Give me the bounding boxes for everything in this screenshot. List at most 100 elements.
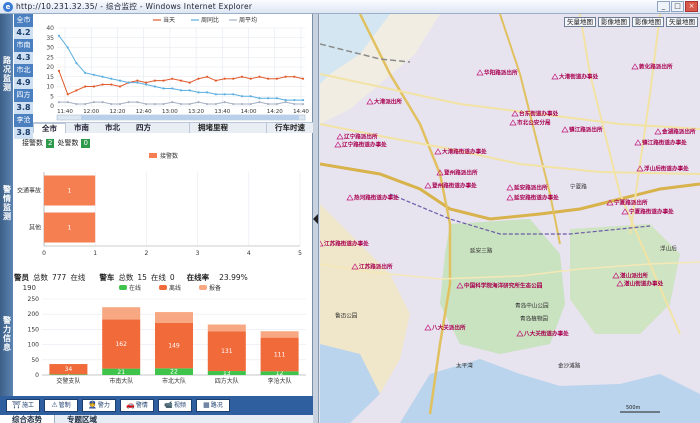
minimize-button[interactable]: _ (657, 1, 670, 12)
map-place[interactable]: 辽宁路街道办事处 (334, 141, 387, 149)
map-place[interactable]: 大港街道办事处 (551, 73, 599, 81)
map-label: 大港路街道办事处 (442, 148, 487, 156)
tool-button-4[interactable]: 📹 视频 (158, 399, 192, 412)
map-label: 青岛植物园 (520, 315, 548, 323)
map-place[interactable]: 中国科学院海洋研究所生态公园 (456, 282, 543, 290)
bar-segment (102, 307, 141, 320)
tab-district-0[interactable]: 全市 (33, 123, 66, 133)
tab-overview[interactable]: 综合态势 (0, 415, 55, 423)
map-place[interactable]: 金沙滩路 (558, 362, 581, 370)
maximize-button[interactable]: □ (671, 1, 684, 12)
map-place[interactable]: 太平湾 (456, 362, 473, 370)
district-tabs: 全市 市南 市北 四方 拥堵里程 行车时速 (33, 122, 313, 133)
map-place[interactable]: 台东街道办事处 (511, 110, 559, 118)
map-place[interactable]: 八大关派出所 (424, 324, 466, 332)
district-label[interactable]: 四方 (14, 89, 33, 102)
close-button[interactable]: × (685, 1, 698, 12)
map-place[interactable]: 浮山后 (660, 245, 677, 253)
map-place[interactable]: 宁夏路 (570, 183, 587, 191)
series-point (101, 101, 104, 104)
map-place[interactable]: 宁夏路街道办事处 (621, 208, 674, 216)
map-place[interactable]: 敦化路派出所 (631, 63, 673, 71)
map-place[interactable]: 热河路街道办事处 (346, 194, 399, 202)
window-title: http://10.231.32.35/ - 综合监控 - Windows In… (16, 2, 253, 11)
map-btn-image[interactable]: 影像地图 (598, 17, 630, 27)
tool-button-5[interactable]: ▦ 路况 (196, 399, 230, 412)
series-point (258, 97, 261, 100)
series-point (84, 102, 87, 106)
series-point (188, 102, 191, 106)
tool-button-0[interactable]: ⛩ 施工 (6, 399, 40, 412)
series-point (240, 102, 244, 106)
map-place[interactable]: 青岛中山公园 (515, 302, 549, 310)
map-place[interactable]: 湛山街道办事处 (616, 280, 664, 288)
police-stats: 警员 总数 777 在线 警车 总数 15 在线 0 在线率 23.99% (14, 271, 312, 283)
x-tick-label: 13:20 (188, 109, 204, 115)
map-place[interactable]: 市北公安分局 (509, 119, 551, 127)
time-scroller-thumb (81, 115, 299, 120)
series-point (84, 85, 87, 88)
map-place[interactable]: 延安路街道办事处 (506, 194, 559, 202)
tab-district-3[interactable]: 四方 (128, 123, 159, 133)
district-speed-value: 4.9 (14, 77, 33, 89)
series-point (153, 79, 156, 82)
map-place[interactable]: 宁夏路派出所 (606, 199, 648, 207)
district-stats: 全市 4.2 市南 4.3 市北 4.9 四方 3.8 李沧 3.8 (14, 14, 33, 139)
tab-district-2[interactable]: 市北 (97, 123, 128, 133)
map-place[interactable]: 八大关街道办事处 (516, 330, 569, 338)
bar-value-label: 22 (170, 369, 178, 376)
bar-value-label: 1 (68, 188, 72, 195)
map-label: 镇江路派出所 (569, 126, 603, 134)
tab-driving-speed[interactable]: 行车时速 (266, 123, 313, 133)
district-label[interactable]: 市北 (14, 64, 33, 77)
series-point (118, 102, 122, 106)
map-place[interactable]: 镇江路街道办事处 (634, 139, 687, 147)
series-point (301, 102, 305, 106)
x-tick-label: 5 (298, 250, 302, 257)
tool-button-3[interactable]: 🚗 警情 (120, 399, 154, 412)
map-btn-vector[interactable]: 矢量地图 (564, 17, 596, 27)
tab-district-1[interactable]: 市南 (66, 123, 97, 133)
map-canvas[interactable]: 敦化路派出所华阳路派出所大港街道办事处大港派出所台东街道办事处市北公安分局镇江路… (320, 14, 700, 423)
series-point (214, 93, 217, 96)
window-controls: _ □ × (657, 1, 698, 12)
map-place[interactable]: 延安三路 (470, 247, 493, 255)
map-place[interactable]: 辽宁路派出所 (336, 133, 378, 141)
map-place[interactable]: 大港路街道办事处 (434, 148, 487, 156)
map-place[interactable]: 登州路派出所 (436, 169, 478, 177)
series-point (75, 102, 78, 106)
series-point (136, 81, 139, 84)
bar-value-label: 149 (168, 343, 180, 350)
map-place[interactable]: 江苏路派出所 (351, 263, 393, 271)
collapse-arrow-icon[interactable] (313, 214, 318, 224)
series-point (267, 102, 270, 106)
map-place[interactable]: 青岛植物园 (520, 315, 548, 323)
map-btn-vector-2[interactable]: 矢量地图 (666, 17, 698, 27)
tool-button-1[interactable]: ⚠ 管制 (44, 399, 78, 412)
y-tick-label: 150 (28, 326, 40, 333)
map-place[interactable]: 延安路派出所 (506, 184, 548, 192)
map-place[interactable]: 华阳路派出所 (476, 69, 518, 77)
map-place[interactable]: 镇江路派出所 (561, 126, 603, 134)
tool-button-2[interactable]: 👮 警力 (82, 399, 116, 412)
series-point (293, 99, 296, 102)
category-label: 其他 (29, 224, 41, 232)
map-label: 敦化路派出所 (639, 63, 673, 71)
panel-splitter[interactable] (313, 14, 319, 423)
map-view[interactable]: 矢量地图 影像地图 影像地图 矢量地图 敦化路派出所 华阳路派出所 大港街道办事处大 (320, 14, 700, 423)
tab-congestion-mileage[interactable]: 拥堵里程 (189, 123, 236, 133)
x-tick-label: 3 (196, 250, 200, 257)
district-label[interactable]: 全市 (14, 14, 33, 27)
map-place[interactable]: 浮山后街道办事处 (636, 165, 689, 173)
map-place[interactable]: 金湖路派出所 (654, 128, 696, 136)
map-place[interactable]: 江苏路街道办事处 (320, 240, 369, 248)
tab-special-area[interactable]: 专题区域 (55, 415, 109, 423)
x-tick-label: 12:40 (136, 109, 152, 115)
district-label[interactable]: 李沧 (14, 114, 33, 127)
district-label[interactable]: 市南 (14, 39, 33, 52)
category-label: 市北大队 (162, 377, 186, 385)
map-place[interactable]: 登州路街道办事处 (424, 182, 477, 190)
map-btn-image-2[interactable]: 影像地图 (632, 17, 664, 27)
camera-icon: 📹 (164, 401, 173, 409)
map-place[interactable]: 鲁迅公园 (335, 312, 358, 320)
